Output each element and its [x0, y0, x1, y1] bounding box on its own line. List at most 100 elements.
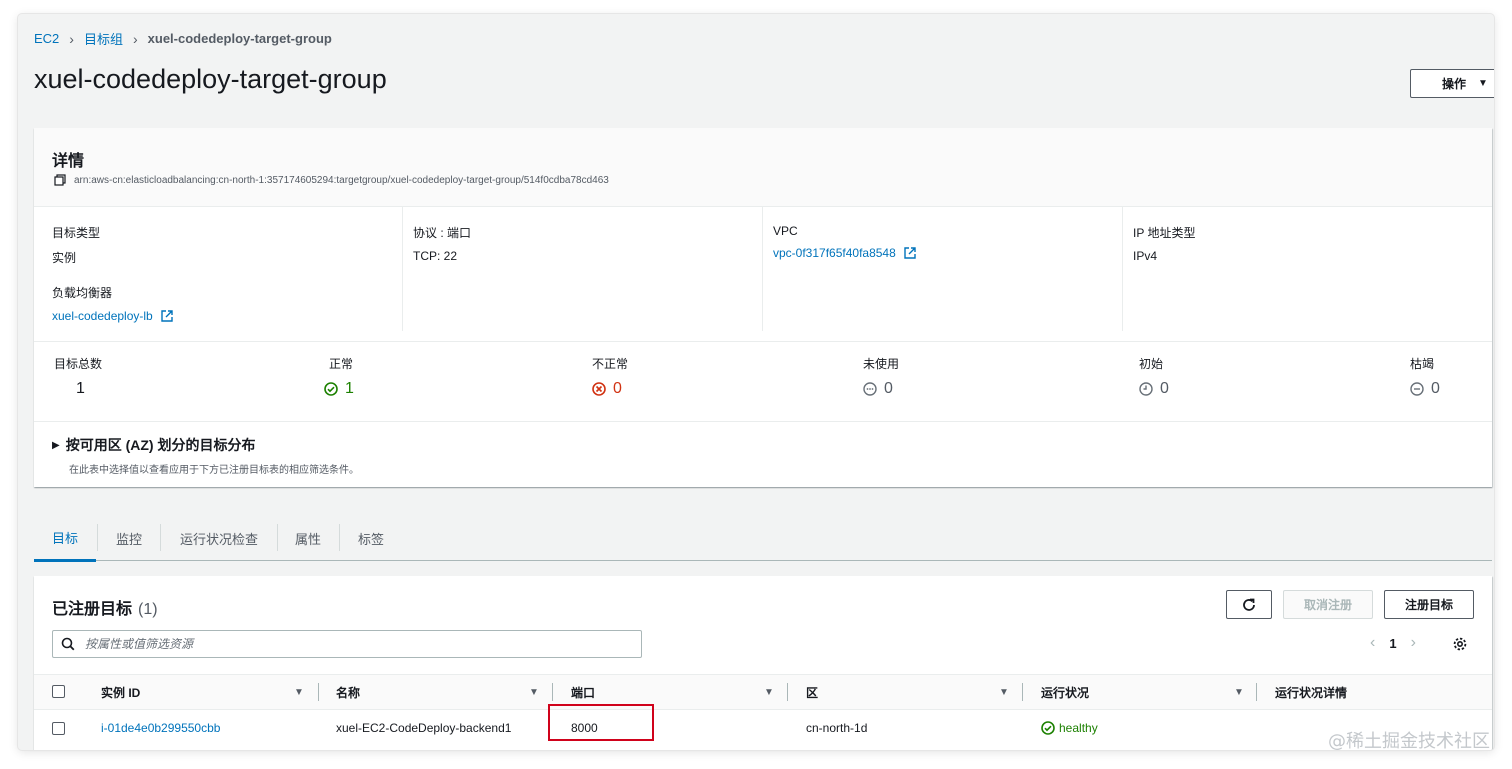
sort-down-icon[interactable]: ▼	[764, 687, 774, 698]
stat-unhealthy-number: 0	[613, 380, 622, 397]
details-header: 详情 arn:aws-cn:elasticloadbalancing:cn-no…	[34, 128, 1492, 207]
load-balancer-value: xuel-codedeploy-lb	[52, 309, 173, 323]
chevron-right-icon: ›	[132, 30, 138, 47]
health-status: healthy	[1041, 709, 1098, 747]
instance-id-link[interactable]: i-01de4e0b299550cbb	[101, 709, 220, 747]
filter-search-input[interactable]	[83, 636, 607, 652]
deregister-button[interactable]: 取消注册	[1283, 590, 1373, 619]
gear-icon[interactable]	[1452, 636, 1468, 652]
caret-right-icon: ▶	[52, 439, 60, 451]
watermark: @稀土掘金技术社区	[1328, 731, 1490, 752]
sort-down-icon[interactable]: ▼	[1234, 687, 1244, 698]
arn-row: arn:aws-cn:elasticloadbalancing:cn-north…	[54, 174, 609, 186]
stat-total: 目标总数 1	[54, 355, 102, 398]
external-link-icon	[904, 247, 916, 259]
sort-down-icon[interactable]: ▼	[999, 687, 1009, 698]
table-header: 实例 ID ▼ 名称 ▼ 端口 ▼ 区 ▼ 运行状况 ▼ 运行状况详情	[34, 674, 1492, 710]
az-distribution-title: 按可用区 (AZ) 划分的目标分布	[65, 437, 256, 453]
check-circle-icon	[324, 382, 338, 396]
vpc-link[interactable]: vpc-0f317f65f40fa8548	[773, 246, 896, 260]
stat-unhealthy[interactable]: 不正常 0	[592, 355, 628, 398]
ellipsis-circle-icon	[863, 382, 877, 396]
tab-monitoring[interactable]: 监控	[98, 516, 160, 560]
col-instance-id[interactable]: 实例 ID ▼	[101, 675, 316, 709]
chevron-right-icon: ›	[69, 30, 74, 47]
load-balancer-link[interactable]: xuel-codedeploy-lb	[52, 309, 153, 323]
load-balancer-label: 负载均衡器	[52, 286, 113, 300]
registered-targets-heading: 已注册目标	[52, 601, 133, 618]
registered-targets-count: (1)	[138, 601, 158, 618]
stat-unhealthy-value: 0	[592, 380, 628, 398]
vpc-value: vpc-0f317f65f40fa8548	[773, 246, 916, 260]
target-type-value: 实例	[52, 251, 77, 265]
registered-targets-panel: 已注册目标 (1) 取消注册 注册目标 ‹ 1 ›	[34, 576, 1492, 750]
load-balancer-field: 负载均衡器 xuel-codedeploy-lb	[52, 284, 173, 323]
stat-initial[interactable]: 初始 0	[1139, 355, 1169, 398]
registered-targets-title: 已注册目标 (1)	[52, 595, 158, 619]
col-health-status[interactable]: 运行状况 ▼	[1041, 675, 1256, 709]
ip-type-label: IP 地址类型	[1133, 226, 1196, 240]
chevron-left-icon[interactable]: ‹	[1370, 634, 1375, 652]
console-window: EC2 › 目标组 › xuel-codedeploy-target-group…	[18, 14, 1494, 750]
breadcrumb-target-groups[interactable]: 目标组	[84, 29, 123, 48]
az-distribution-desc: 在此表中选择值以查看应用于下方已注册目标表的相应筛选条件。	[69, 465, 359, 476]
row-checkbox[interactable]	[52, 722, 65, 735]
breadcrumb-current: xuel-codedeploy-target-group	[147, 31, 332, 46]
column-divider	[552, 683, 553, 701]
stat-unused-number: 0	[884, 380, 893, 397]
health-status-text: healthy	[1059, 721, 1098, 735]
protocol-value: TCP: 22	[413, 249, 458, 263]
instance-zone: cn-north-1d	[806, 721, 868, 735]
chevron-right-icon[interactable]: ›	[1411, 634, 1416, 652]
stat-initial-label: 初始	[1139, 357, 1164, 371]
filter-search-box[interactable]	[52, 630, 642, 658]
clock-icon	[1139, 382, 1153, 396]
table-row[interactable]: i-01de4e0b299550cbb xuel-EC2-CodeDeploy-…	[34, 709, 1492, 747]
col-name[interactable]: 名称 ▼	[336, 675, 551, 709]
protocol-label: 协议 : 端口	[413, 226, 472, 240]
arn-value: arn:aws-cn:elasticloadbalancing:cn-north…	[74, 174, 609, 186]
stat-unused[interactable]: 未使用 0	[863, 355, 899, 398]
stat-initial-value: 0	[1139, 380, 1169, 398]
stat-healthy-label: 正常	[329, 357, 354, 371]
tab-tags[interactable]: 标签	[340, 516, 402, 560]
col-zone-label: 区	[806, 685, 819, 700]
port-highlight-annotation	[548, 704, 654, 741]
target-type-field: 目标类型 实例	[52, 224, 100, 266]
sort-down-icon[interactable]: ▼	[529, 687, 539, 698]
minus-circle-icon	[1410, 382, 1424, 396]
breadcrumb-ec2[interactable]: EC2	[34, 31, 59, 46]
col-health-details[interactable]: 运行状况详情	[1275, 675, 1475, 709]
sort-down-icon[interactable]: ▼	[294, 687, 304, 698]
stat-healthy-value: 1	[324, 380, 354, 398]
target-stats: 目标总数 1 正常 1 不正常 0 未使用 0 初始 0 枯竭 0	[34, 342, 1492, 422]
external-link-icon	[161, 310, 173, 322]
stat-draining-label: 枯竭	[1410, 357, 1435, 371]
protocol-field: 协议 : 端口 TCP: 22	[413, 224, 471, 263]
tab-health-checks[interactable]: 运行状况检查	[161, 516, 277, 560]
az-distribution-toggle[interactable]: ▶ 按可用区 (AZ) 划分的目标分布	[52, 435, 359, 455]
error-circle-icon	[592, 382, 606, 396]
stat-healthy[interactable]: 正常 1	[324, 355, 354, 398]
col-health-status-label: 运行状况	[1041, 685, 1090, 700]
breadcrumb: EC2 › 目标组 › xuel-codedeploy-target-group	[34, 29, 332, 48]
column-divider	[1256, 683, 1257, 701]
refresh-button[interactable]	[1226, 590, 1272, 619]
stat-total-label: 目标总数	[54, 357, 103, 371]
actions-button[interactable]: 操作 ▼	[1410, 69, 1494, 98]
details-title: 详情	[52, 153, 85, 170]
az-distribution-section[interactable]: ▶ 按可用区 (AZ) 划分的目标分布 在此表中选择值以查看应用于下方已注册目标…	[52, 435, 359, 476]
select-all-checkbox[interactable]	[52, 685, 65, 698]
details-col-2: 协议 : 端口 TCP: 22	[402, 207, 762, 331]
caret-down-icon: ▼	[1478, 78, 1488, 89]
tab-targets[interactable]: 目标	[34, 516, 96, 562]
copy-icon[interactable]	[54, 174, 66, 186]
col-name-label: 名称	[336, 685, 361, 700]
vpc-label: VPC	[773, 224, 798, 238]
stat-draining[interactable]: 枯竭 0	[1410, 355, 1440, 398]
ip-type-value: IPv4	[1133, 249, 1158, 263]
col-zone[interactable]: 区 ▼	[806, 675, 1021, 709]
tab-attributes[interactable]: 属性	[278, 516, 338, 560]
page-number[interactable]: 1	[1389, 636, 1396, 651]
register-targets-button[interactable]: 注册目标	[1384, 590, 1474, 619]
